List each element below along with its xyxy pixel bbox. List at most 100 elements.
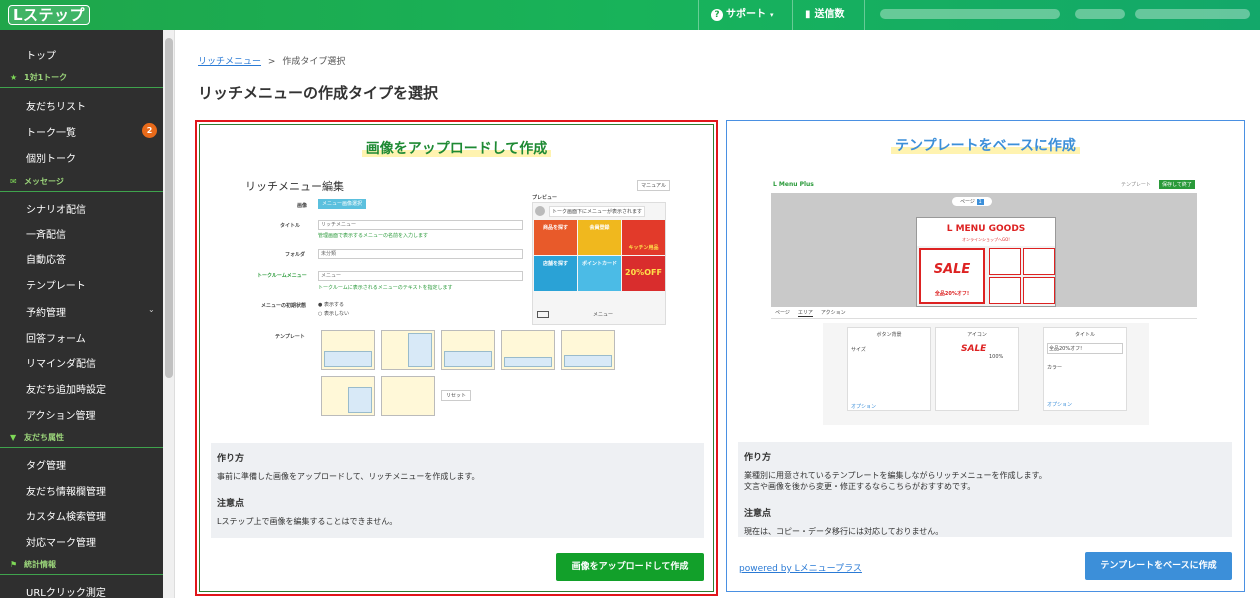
sidebar-header-talk: ★ 1対1トーク (0, 68, 163, 88)
chevron-down-icon: ▾ (770, 11, 774, 19)
sidebar-scrollbar[interactable] (163, 30, 175, 598)
sidebar: トップ ★ 1対1トーク 友だちリスト トーク一覧 2 個別トーク ✉ メッセージ … (0, 30, 163, 598)
mock-preview-phone: トーク画面下にメニューが表示されます 商品を探す 会員登録 キッチン用品 店舗を… (532, 202, 666, 325)
sidebar-item-individual-talk[interactable]: 個別トーク (26, 150, 76, 165)
account-info-blurred (880, 9, 1060, 19)
template-tile (381, 330, 435, 370)
sidebar-item-action[interactable]: アクション管理 (26, 407, 96, 422)
sidebar-item-mark[interactable]: 対応マーク管理 (26, 534, 96, 549)
account-info-blurred[interactable] (1135, 9, 1250, 19)
upload-create-button[interactable]: 画像をアップロードして作成 (556, 553, 704, 581)
mock-field-folder: フォルダ (285, 252, 306, 258)
top-bar: Lステップ ? サポート ▾ ▮ 送信数 (0, 0, 1260, 30)
upload-info-box: 作り方 事前に準備した画像をアップロードして、リッチメニューを作成します。 注意… (211, 443, 704, 538)
template-create-button[interactable]: テンプレートをベースに作成 (1085, 552, 1232, 580)
upload-option-card[interactable]: 画像をアップロードして作成 リッチメニュー編集 マニュアル 画像 メニュー画像選… (195, 120, 718, 596)
mock-title-input: リッチメニュー (318, 220, 523, 230)
template-info-box: 作り方 業種別に用意されているテンプレートを編集しながらリッチメニューを作成しま… (738, 442, 1232, 537)
preview-tile: 商品を探す (534, 220, 577, 255)
template-tile (441, 330, 495, 370)
template-option-card[interactable]: テンプレートをベースに作成 L Menu Plus テンプレート 保存して終了 … (726, 120, 1245, 592)
mock-sale-sub: 全品20%オフ! (934, 291, 970, 297)
mock-field-initial: メニューの初期状態 (261, 303, 307, 309)
mock-goods-sub: オンラインショップへGO! (962, 237, 1010, 242)
star-icon: ★ (10, 73, 18, 82)
sidebar-header-stats: ⚑ 統計情報 (0, 555, 163, 575)
scrollbar-thumb[interactable] (165, 38, 173, 378)
bar-chart-icon: ▮ (805, 9, 811, 20)
account-info-blurred (1075, 9, 1125, 19)
sidebar-item-top[interactable]: トップ (26, 47, 56, 62)
sidebar-item-friend-info[interactable]: 友だち情報欄管理 (26, 483, 106, 498)
mock-field-image: 画像 (297, 203, 308, 209)
template-preview-image: L Menu Plus テンプレート 保存して終了 ページ 1 L MENU G… (771, 180, 1197, 425)
upload-note-title: 注意点 (217, 499, 245, 509)
flag-icon: ⚑ (10, 560, 18, 569)
mock-goods-menu: L MENU GOODS オンラインショップへGO! SALE 全品20%オフ! (916, 217, 1056, 307)
mock-panel-button: ボタン背景 サイズ オプション (847, 327, 931, 411)
sidebar-header-message: ✉ メッセージ (0, 172, 163, 192)
mock-canvas: ページ 1 L MENU GOODS オンラインショップへGO! SALE 全品… (771, 193, 1197, 307)
mock-preview-msg: トーク画面下にメニューが表示されます (549, 206, 646, 217)
mock-manual-button: マニュアル (637, 180, 670, 191)
sidebar-item-reservation[interactable]: 予約管理 (26, 304, 66, 319)
template-note-text: 現在は、コピー・データ移行には対応しておりません。 (744, 527, 944, 536)
upload-howto-text: 事前に準備した画像をアップロードして、リッチメニューを作成します。 (217, 472, 480, 481)
template-tile (321, 376, 375, 416)
main-content: リッチメニュー > 作成タイプ選択 リッチメニューの作成タイプを選択 画像をアッ… (176, 30, 1260, 598)
mock-talkroom-input: メニュー (318, 271, 523, 281)
mock-save: 保存して終了 (1159, 180, 1195, 189)
help-icon: ? (711, 9, 723, 21)
mock-template-link: テンプレート (1121, 182, 1151, 188)
template-howto-text-2: 文言や画像を後から変更・修正するならこちらがおすすめです。 (744, 482, 976, 491)
lstep-logo[interactable]: Lステップ (8, 5, 91, 25)
page-title: リッチメニューの作成タイプを選択 (198, 84, 439, 102)
mock-brand: L Menu Plus (773, 181, 814, 188)
sidebar-item-template[interactable]: テンプレート (26, 277, 86, 292)
divider (864, 0, 865, 30)
mock-title-hint: 管理画面で表示するメニューの名前を入力します (318, 233, 429, 239)
sidebar-item-custom-search[interactable]: カスタム検索管理 (26, 508, 106, 523)
sidebar-header-attributes: ▼ 友だち属性 (0, 428, 163, 448)
send-count-label: 送信数 (814, 9, 845, 20)
mock-menu-label: メニュー (593, 312, 614, 318)
mock-field-talkroom: トークルームメニュー (257, 273, 307, 279)
breadcrumb: リッチメニュー > 作成タイプ選択 (198, 54, 345, 67)
preview-tile: キッチン用品 (622, 220, 665, 255)
template-tile (561, 330, 615, 370)
mock-panel-icon: アイコン SALE 100% (935, 327, 1019, 411)
sidebar-item-broadcast[interactable]: 一斉配信 (26, 226, 66, 241)
mock-reset-button: リセット (441, 390, 472, 401)
mock-folder-select: 未分類 (318, 249, 523, 259)
keyboard-icon (537, 311, 549, 318)
sidebar-item-auto-reply[interactable]: 自動応答 (26, 251, 66, 266)
preview-tile: 店舗を探す (534, 256, 577, 291)
send-count-button[interactable]: ▮ 送信数 (792, 0, 864, 30)
filter-icon: ▼ (10, 433, 17, 442)
sidebar-item-talk-list[interactable]: トーク一覧 (26, 124, 76, 139)
sidebar-item-url-click[interactable]: URLクリック測定 (26, 584, 106, 598)
preview-tile: 会員登録 (578, 220, 621, 255)
support-menu[interactable]: ? サポート ▾ (698, 0, 792, 30)
upload-card-title: 画像をアップロードして作成 (197, 138, 716, 158)
powered-by-link[interactable]: powered by Lメニュープラス (739, 561, 862, 574)
sidebar-item-friend-add-settings[interactable]: 友だち追加時設定 (26, 381, 106, 396)
sidebar-item-scenario[interactable]: シナリオ配信 (26, 201, 86, 216)
preview-tile: ポイントカード (578, 256, 621, 291)
mock-field-title: タイトル (280, 223, 301, 229)
mock-radio-hide: ○ 表示しない (318, 311, 349, 317)
unread-badge: 2 (142, 123, 157, 138)
chevron-down-icon[interactable]: ⌄ (148, 305, 155, 314)
sidebar-item-tags[interactable]: タグ管理 (26, 457, 66, 472)
upload-howto-title: 作り方 (217, 454, 245, 464)
upload-note-text: Lステップ上で画像を編集することはできません。 (217, 517, 398, 526)
sidebar-item-reminder[interactable]: リマインダ配信 (26, 355, 96, 370)
sidebar-item-friends[interactable]: 友だちリスト (26, 98, 86, 113)
sidebar-item-form[interactable]: 回答フォーム (26, 330, 86, 345)
template-note-title: 注意点 (744, 509, 772, 519)
template-howto-text-1: 業種別に用意されているテンプレートを編集しながらリッチメニューを作成します。 (744, 471, 1047, 480)
mock-talkroom-hint: トークルームに表示されるメニューのテキストを指定します (318, 285, 453, 291)
mock-tabs: ページ エリア アクション (771, 309, 1197, 319)
breadcrumb-link-richmenu[interactable]: リッチメニュー (198, 57, 261, 67)
template-tile (381, 376, 435, 416)
